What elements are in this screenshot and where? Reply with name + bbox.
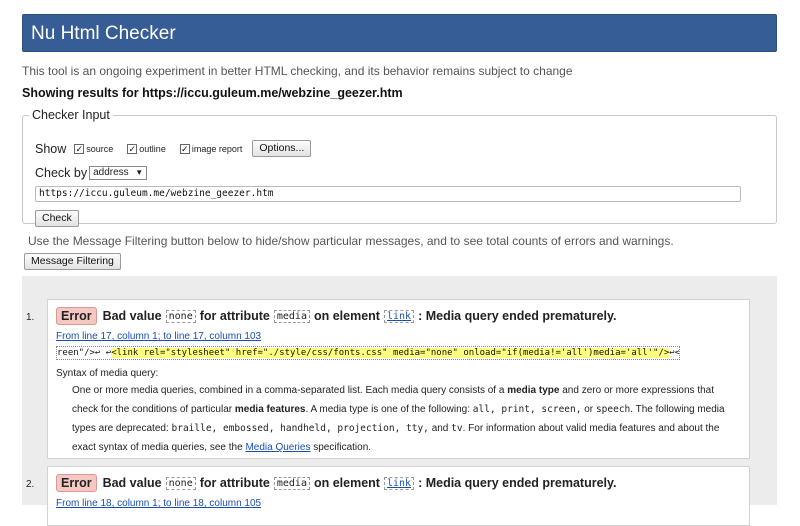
- intro-text: This tool is an ongoing experiment in be…: [22, 64, 573, 78]
- attribute-name-code: media: [273, 309, 310, 323]
- check-by-select[interactable]: address ▼: [89, 166, 148, 180]
- error-badge: Error: [56, 474, 97, 492]
- element-link[interactable]: link: [383, 309, 415, 323]
- options-button[interactable]: Options...: [252, 140, 312, 157]
- checkbox-check-icon[interactable]: ✓: [127, 143, 138, 154]
- message-number: 2.: [26, 479, 35, 490]
- dropdown-arrow-icon: ▼: [135, 168, 144, 177]
- show-options-row: Show ✓ source ✓ outline ✓ image report O…: [35, 140, 312, 157]
- element-link[interactable]: link: [383, 476, 415, 490]
- checker-input-legend: Checker Input: [32, 108, 110, 122]
- message-heading: Error Bad value none for attribute media…: [56, 474, 617, 492]
- message-item: 2. Error Bad value none for attribute me…: [26, 466, 750, 526]
- message-heading: Error Bad value none for attribute media…: [56, 307, 617, 325]
- error-badge: Error: [56, 307, 97, 325]
- checkbox-check-icon[interactable]: ✓: [179, 143, 190, 154]
- checkbox-check-icon[interactable]: ✓: [74, 143, 85, 154]
- source-extract: reen"/>↩ ↩<link rel="stylesheet" href=".…: [56, 346, 680, 360]
- location-link[interactable]: From line 18, column 1; to line 18, colu…: [56, 498, 261, 509]
- app-title: Nu Html Checker: [31, 23, 176, 44]
- show-label: Show: [35, 141, 67, 156]
- attribute-name-code: media: [273, 476, 310, 490]
- check-by-row: Check by address ▼: [35, 166, 148, 180]
- results-list: 1. Error Bad value none for attribute me…: [22, 276, 777, 526]
- media-queries-link[interactable]: Media Queries: [245, 442, 310, 453]
- checker-input-panel: Checker Input Show ✓ source ✓ outline ✓ …: [22, 108, 777, 227]
- source-checkbox[interactable]: ✓ source: [74, 143, 113, 154]
- message-item: 1. Error Bad value none for attribute me…: [26, 299, 750, 459]
- check-by-label: Check by: [35, 166, 88, 180]
- app-title-bar: Nu Html Checker: [22, 14, 777, 52]
- location-link[interactable]: From line 17, column 1; to line 17, colu…: [56, 331, 261, 342]
- url-input[interactable]: https://iccu.guleum.me/webzine_geezer.ht…: [35, 186, 741, 202]
- syntax-title: Syntax of media query:: [56, 368, 159, 379]
- results-heading: Showing results for https://iccu.guleum.…: [22, 86, 403, 100]
- message-number: 1.: [26, 312, 35, 323]
- message-filtering-button[interactable]: Message Filtering: [24, 253, 121, 270]
- extract-highlight: <link rel="stylesheet" href="./style/css…: [111, 348, 670, 358]
- check-button[interactable]: Check: [35, 210, 79, 227]
- attribute-value-code: none: [165, 309, 196, 323]
- filter-note: Use the Message Filtering button below t…: [28, 234, 674, 248]
- attribute-value-code: none: [165, 476, 196, 490]
- image-report-checkbox[interactable]: ✓ image report: [179, 143, 242, 154]
- outline-checkbox[interactable]: ✓ outline: [127, 143, 166, 154]
- syntax-description: One or more media queries, combined in a…: [72, 385, 725, 453]
